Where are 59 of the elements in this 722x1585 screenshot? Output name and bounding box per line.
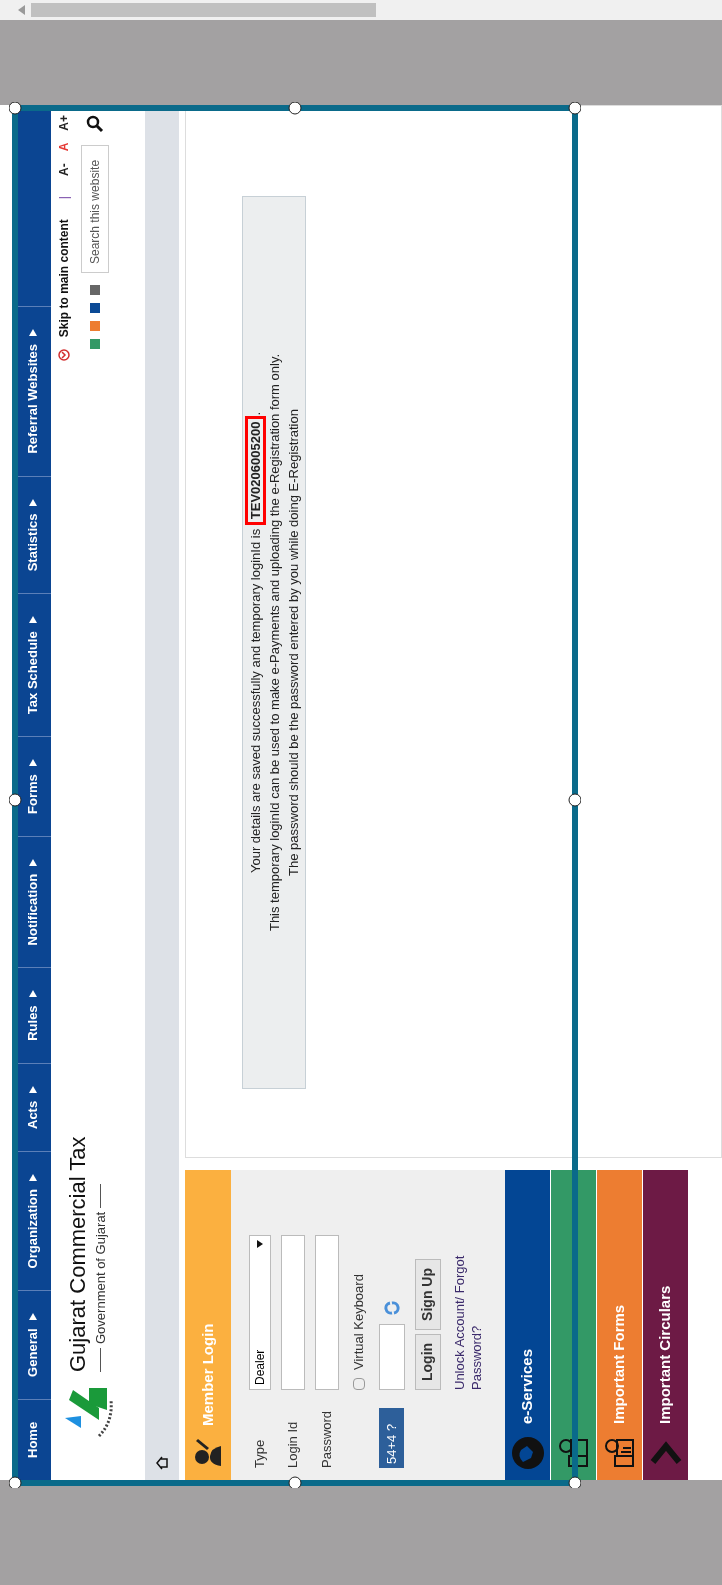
field-label: Password	[318, 1409, 336, 1468]
nav-item[interactable]: Referral Websites	[15, 305, 51, 476]
search-icon[interactable]	[86, 115, 104, 133]
font-size-button[interactable]: A+	[55, 115, 73, 131]
resize-handle[interactable]	[288, 102, 302, 115]
site-subtitle: Government of Gujarat	[92, 1211, 109, 1344]
home-icon[interactable]	[156, 1456, 168, 1470]
resize-handle[interactable]	[9, 1476, 22, 1488]
refresh-icon[interactable]	[383, 1300, 400, 1316]
scrollbar-thumb[interactable]	[31, 3, 376, 17]
sidebar-tab[interactable]: e-Services	[505, 1170, 551, 1480]
captcha-question: 54+4 ?	[378, 1408, 405, 1468]
input-field[interactable]	[281, 1235, 305, 1390]
nav-item[interactable]: General	[15, 1290, 51, 1399]
separator: |	[56, 196, 72, 200]
form-button[interactable]: Login	[414, 1333, 441, 1390]
theme-swatch[interactable]	[90, 321, 100, 331]
theme-swatch[interactable]	[90, 339, 100, 349]
resize-handle[interactable]	[568, 102, 581, 115]
input-field[interactable]	[315, 1235, 339, 1390]
user-edit-icon	[193, 1438, 223, 1468]
resize-handle[interactable]	[9, 102, 22, 115]
search-field[interactable]: Search this website	[81, 145, 109, 273]
nav-item[interactable]: Statistics	[15, 475, 51, 594]
resize-handle[interactable]	[568, 793, 581, 807]
nav-item[interactable]: Organization	[15, 1151, 51, 1291]
unlock-account-link[interactable]: Unlock Account/ Forgot Password?	[450, 1182, 487, 1468]
theme-swatch[interactable]	[90, 285, 100, 295]
site-title: Gujarat Commercial Tax	[63, 1136, 91, 1372]
checkbox-label: Virtual Keyboard	[350, 1274, 367, 1370]
type-dropdown[interactable]: Dealer	[249, 1235, 271, 1390]
message-text: This temporary loginId can be used to make e-Payments and uploading the e-Registration form only.	[265, 353, 283, 932]
font-size-button[interactable]: A-	[55, 163, 73, 177]
field-label: Type	[251, 1438, 269, 1468]
skip-link[interactable]: Skip to main content	[55, 219, 73, 338]
resize-handle[interactable]	[9, 793, 22, 807]
resize-handle[interactable]	[568, 1476, 581, 1488]
nav-item[interactable]: Acts	[15, 1062, 51, 1151]
message-text: Your details are saved successfully and temporary loginId is TEV0206005200.	[245, 412, 265, 874]
panel-title: Member Login	[197, 1323, 217, 1426]
message-text: The password should be the password entered by you while doing E-Registration	[284, 409, 302, 876]
captcha-field[interactable]	[378, 1324, 405, 1390]
caret-icon	[257, 1240, 263, 1248]
nav-item[interactable]: Tax Schedule	[15, 593, 51, 737]
font-size-button[interactable]: A	[55, 142, 73, 152]
field-label: Login Id	[284, 1420, 302, 1468]
checkbox[interactable]	[352, 1378, 365, 1390]
selection-frame[interactable]	[12, 105, 578, 1486]
document-icon	[602, 1436, 637, 1470]
nav-item[interactable]: Rules	[15, 967, 51, 1063]
form-button[interactable]: Sign Up	[414, 1259, 441, 1330]
resize-handle[interactable]	[288, 1476, 302, 1488]
horizontal-scrollbar[interactable]	[0, 0, 722, 20]
theme-swatch[interactable]	[90, 303, 100, 313]
skip-icon	[58, 349, 70, 362]
document-icon	[556, 1436, 591, 1470]
globe-icon	[510, 1436, 545, 1470]
nav-item[interactable]: Notification	[15, 835, 51, 968]
sidebar-tab[interactable]: Important Circulars	[643, 1170, 689, 1480]
